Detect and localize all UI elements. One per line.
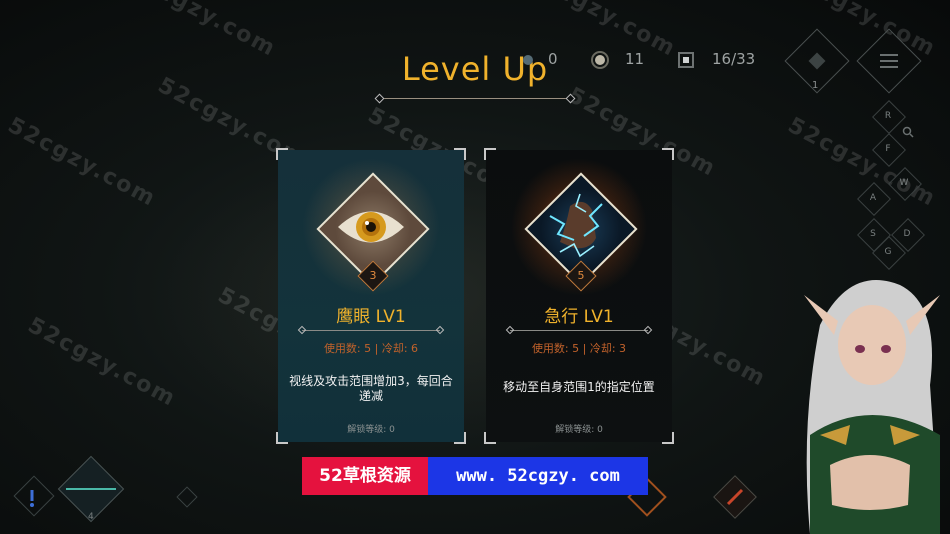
skill-card-hawkeye[interactable]: 3 鹰眼 LV1 使用数: 5 | 冷却: 6 视线及攻击范围增加3，每回合递减… bbox=[276, 148, 466, 444]
scroll-icon bbox=[808, 52, 826, 70]
skill-description: 移动至自身范围1的指定位置 bbox=[503, 380, 655, 394]
search-icon bbox=[902, 126, 914, 138]
unlock-level: 解锁等级: 0 bbox=[555, 425, 603, 435]
card-corner bbox=[662, 148, 674, 160]
title-divider bbox=[380, 98, 570, 99]
skill-name: 急行 LV1 bbox=[544, 307, 614, 327]
gem-icon bbox=[523, 55, 533, 65]
skill-description: 视线及攻击范围增加3，每回合递减 bbox=[289, 374, 453, 403]
inventory-count: 1 bbox=[812, 80, 819, 91]
key-f-label: F bbox=[885, 144, 891, 154]
card-corner bbox=[454, 148, 466, 160]
gem-count: 0 bbox=[548, 50, 558, 68]
skill-stats: 使用数: 5 | 冷却: 3 bbox=[531, 342, 627, 355]
card-divider bbox=[302, 330, 440, 331]
elf-character-portrait bbox=[804, 280, 940, 534]
hamburger-menu-icon bbox=[880, 54, 898, 68]
key-a-label: A bbox=[869, 193, 877, 203]
alert-icon[interactable] bbox=[24, 488, 40, 508]
unlock-level: 解锁等级: 0 bbox=[347, 425, 395, 435]
key-w-label: W bbox=[899, 178, 909, 188]
card-corner bbox=[276, 148, 288, 160]
card-count: 16/33 bbox=[712, 50, 756, 68]
coin-count: 11 bbox=[625, 50, 645, 68]
site-banner-url[interactable]: www. 52cgzy. com bbox=[428, 457, 648, 495]
lightning-foot-icon bbox=[549, 193, 603, 258]
card-divider bbox=[510, 330, 648, 331]
skill-level: 3 bbox=[369, 269, 377, 282]
card-corner bbox=[484, 148, 496, 160]
skill-name: 鹰眼 LV1 bbox=[336, 307, 406, 327]
coin-icon bbox=[591, 51, 609, 69]
skill-card-dash[interactable]: 5 急行 LV1 使用数: 5 | 冷却: 3 移动至自身范围1的指定位置 解锁… bbox=[484, 148, 674, 444]
site-banner-name: 52草根资源 bbox=[302, 457, 428, 495]
card-deck-icon bbox=[678, 52, 694, 68]
skill-stats: 使用数: 5 | 冷却: 6 bbox=[323, 342, 419, 355]
eye-icon bbox=[338, 211, 404, 243]
skill-level: 5 bbox=[577, 269, 585, 282]
level-up-title: Level Up bbox=[401, 50, 549, 88]
bottom-hint-count: 4 bbox=[88, 512, 94, 522]
key-r-label: R bbox=[884, 111, 892, 121]
key-g-label: G bbox=[884, 247, 892, 257]
